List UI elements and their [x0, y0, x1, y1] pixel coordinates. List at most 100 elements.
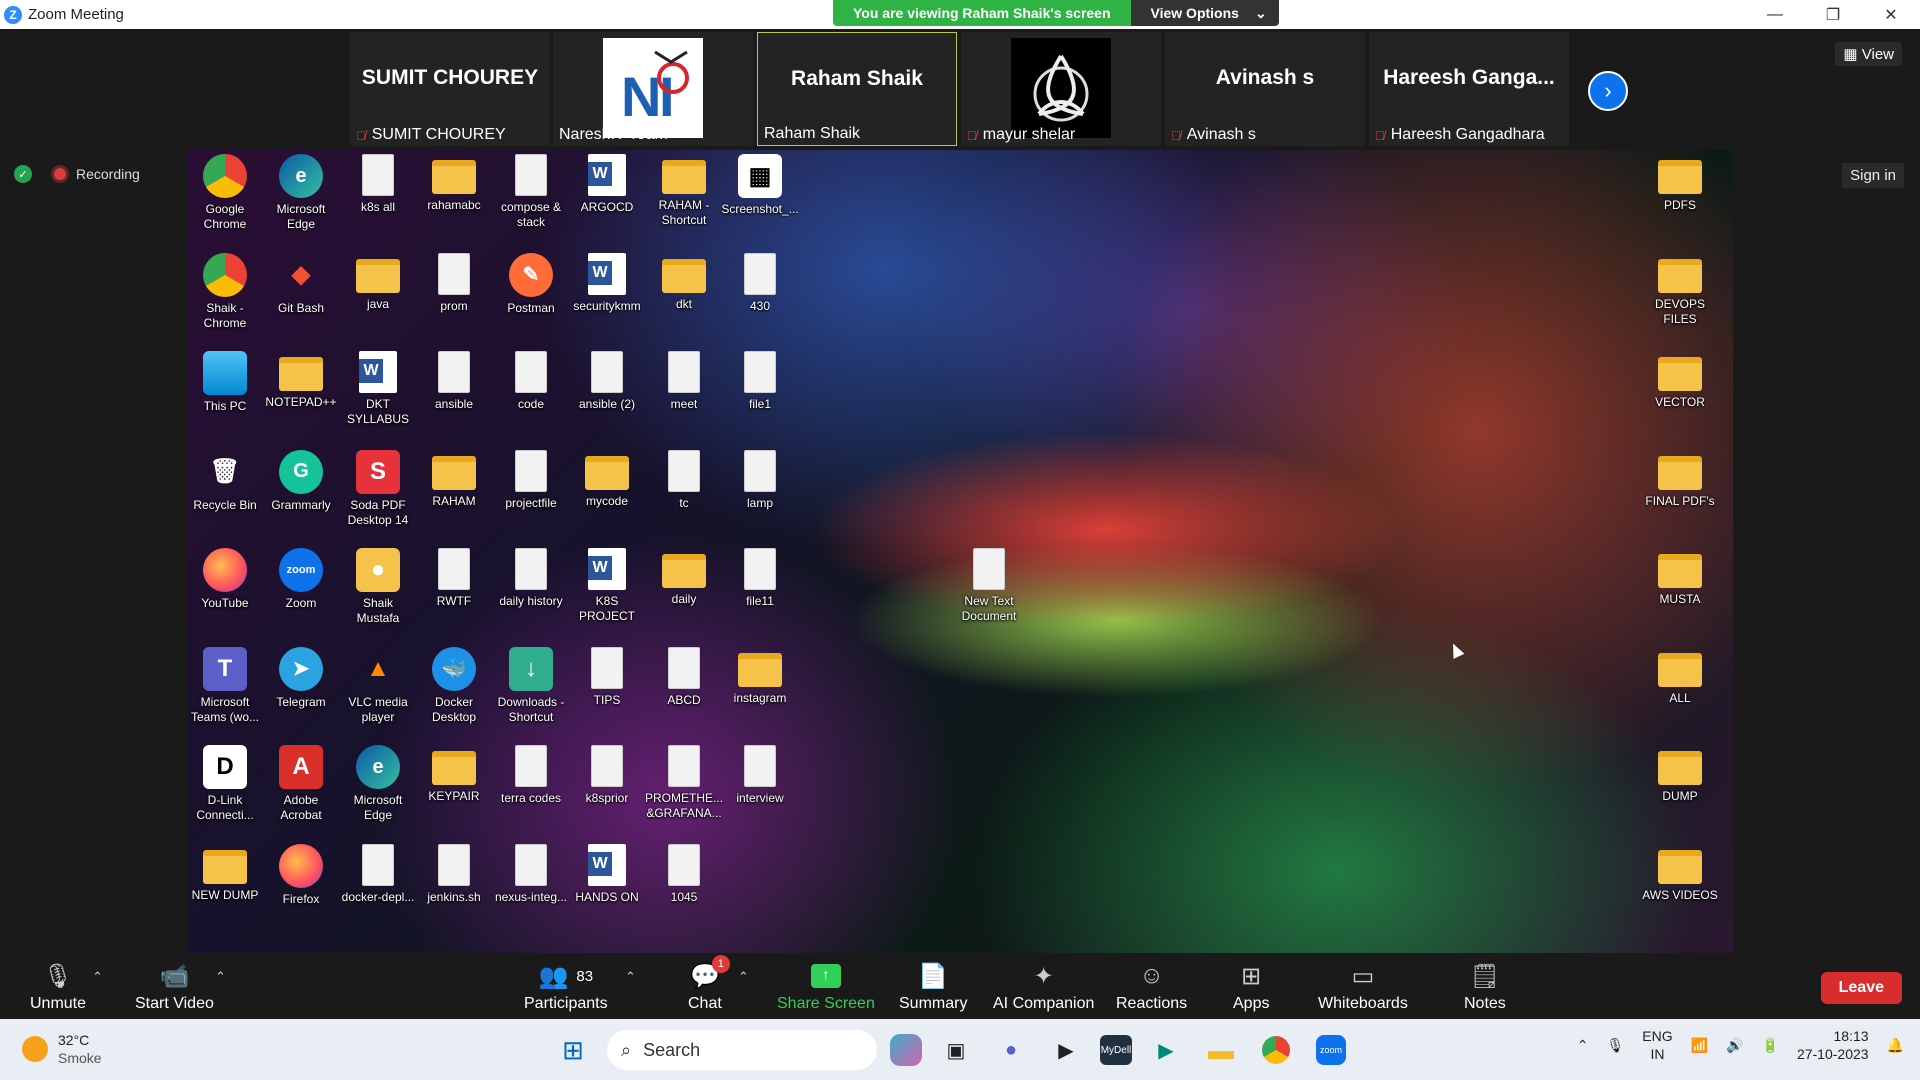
minimize-button[interactable]: — [1746, 0, 1804, 29]
desktop-icon[interactable]: e Microsoft Edge [263, 154, 339, 232]
file-explorer-icon[interactable]: ▬ [1200, 1029, 1242, 1071]
apps-button[interactable]: ⊞ Apps [1233, 959, 1269, 1013]
desktop-icon[interactable]: 🗑 Recycle Bin [187, 450, 263, 513]
desktop-icon[interactable]: java [340, 253, 416, 312]
desktop-icon[interactable]: compose & stack [493, 154, 569, 230]
desktop-icon[interactable]: G Grammarly [263, 449, 339, 513]
desktop-icon[interactable]: YouTube [187, 548, 263, 611]
desktop-icon[interactable]: ▲ VLC media player [340, 647, 416, 725]
desktop-icon[interactable]: ● Shaik Mustafa [340, 548, 416, 626]
desktop-icon[interactable]: ↓ Downloads - Shortcut [493, 646, 569, 725]
microphone-tray-icon[interactable]: 🎙 [1607, 1037, 1625, 1054]
desktop-icon[interactable]: NEW DUMP [187, 844, 263, 903]
share-screen-button[interactable]: ↑ Share Screen [777, 959, 875, 1013]
video-options-caret-icon[interactable]: ⌃ [215, 969, 226, 985]
participant-tile[interactable]: Avinash s 🎙̸ Avinash s [1165, 32, 1365, 146]
desktop-icon[interactable]: NOTEPAD++ [263, 351, 339, 410]
desktop-icon[interactable]: DEVOPS FILES [1642, 253, 1718, 327]
desktop-icon[interactable]: FINAL PDF's [1642, 450, 1718, 509]
desktop-icon[interactable]: This PC [187, 351, 263, 414]
copilot-icon[interactable] [890, 1034, 922, 1066]
participant-tile[interactable]: N I NareshIT Team [553, 32, 753, 146]
desktop-icon[interactable]: ➤ Telegram [263, 646, 339, 710]
participants-options-caret-icon[interactable]: ⌃ [625, 969, 636, 985]
desktop-icon[interactable]: MUSTA [1642, 548, 1718, 607]
desktop-icon[interactable]: RAHAM - Shortcut [646, 154, 722, 228]
chat-button[interactable]: 💬 1 Chat [688, 955, 730, 1013]
desktop-icon[interactable]: prom [416, 252, 492, 314]
participant-tile[interactable]: Hareesh Ganga... 🎙̸ Hareesh Gangadhara [1369, 32, 1569, 146]
desktop-icon[interactable]: Shaik - Chrome [187, 252, 263, 331]
desktop-icon[interactable]: jenkins.sh [416, 843, 492, 905]
desktop-icon[interactable]: docker-depl... [340, 843, 416, 905]
teams-chat-icon[interactable]: ● [990, 1029, 1032, 1071]
dell-app-icon[interactable]: MyDell [1100, 1035, 1132, 1065]
desktop-icon[interactable]: code [493, 351, 569, 412]
desktop-icon[interactable]: instagram [722, 647, 798, 706]
desktop-icon[interactable]: D D-Link Connecti... [187, 745, 263, 823]
google-meet-icon[interactable]: ▶ [1145, 1029, 1187, 1071]
desktop-icon[interactable]: daily [646, 548, 722, 607]
desktop-icon[interactable]: daily history [493, 548, 569, 609]
task-view-icon[interactable]: ▣ [935, 1029, 977, 1071]
view-options-button[interactable]: View Options ⌄ [1130, 0, 1279, 26]
desktop-icon[interactable]: meet [646, 351, 722, 412]
leave-button[interactable]: Leave [1820, 972, 1902, 1004]
audio-options-caret-icon[interactable]: ⌃ [92, 969, 103, 985]
desktop-icon[interactable]: AWS VIDEOS [1642, 844, 1718, 903]
clock[interactable]: 18:13 27-10-2023 [1797, 1027, 1869, 1063]
desktop-icon[interactable]: PROMETHE... &GRAFANA... [645, 745, 723, 821]
next-page-arrow-icon[interactable]: › [1588, 71, 1628, 111]
desktop-icon[interactable]: S Soda PDF Desktop 14 [340, 449, 416, 528]
desktop-icon[interactable]: Firefox [263, 843, 339, 907]
desktop-icon[interactable]: file11 [722, 548, 798, 609]
desktop-icon[interactable]: file1 [722, 351, 798, 412]
notes-button[interactable]: 🗒 Notes [1464, 959, 1506, 1013]
participant-tile-active-speaker[interactable]: Raham Shaik Raham Shaik [757, 32, 957, 146]
restore-button[interactable]: ❐ [1804, 0, 1862, 29]
view-button[interactable]: ▦ View [1835, 42, 1902, 66]
desktop-icon[interactable]: dkt [646, 253, 722, 312]
desktop-icon[interactable]: rahamabc [416, 154, 492, 213]
desktop-icon[interactable]: 430 [722, 252, 798, 314]
language-indicator[interactable]: ENG IN [1642, 1027, 1672, 1063]
desktop-icon[interactable]: VECTOR [1642, 351, 1718, 410]
desktop-icon[interactable]: A Adobe Acrobat [263, 745, 339, 823]
windows-start-icon[interactable]: ⊞ [552, 1029, 594, 1071]
zoom-taskbar-icon[interactable]: zoom [1310, 1029, 1352, 1071]
desktop-icon[interactable]: ARGOCD [569, 154, 645, 215]
desktop-icon[interactable]: ABCD [646, 646, 722, 708]
desktop-icon[interactable]: KEYPAIR [416, 745, 492, 804]
desktop-icon[interactable]: HANDS ON [569, 843, 645, 905]
desktop-icon[interactable]: ansible (2) [569, 351, 645, 412]
desktop-icon[interactable]: interview [722, 745, 798, 806]
chrome-taskbar-icon[interactable] [1255, 1029, 1297, 1071]
close-button[interactable]: ✕ [1862, 0, 1920, 29]
desktop-icon[interactable]: 🐳 Docker Desktop [416, 646, 492, 725]
desktop-icon[interactable]: Google Chrome [187, 154, 263, 232]
desktop-icon[interactable]: nexus-integ... [493, 843, 569, 905]
chat-options-caret-icon[interactable]: ⌃ [738, 969, 749, 985]
desktop-icon[interactable]: securitykmm [569, 252, 645, 314]
weather-widget[interactable]: 32°C Smoke [22, 1031, 102, 1067]
notifications-icon[interactable]: 🔔 [1887, 1037, 1904, 1054]
battery-icon[interactable]: 🔋 [1762, 1037, 1779, 1054]
desktop-icon[interactable]: ✎ Postman [493, 252, 569, 316]
desktop-icon[interactable]: K8S PROJECT [569, 548, 645, 624]
taskbar-search-box[interactable]: ⌕ Search [607, 1030, 877, 1070]
unmute-button[interactable]: 🎙 Unmute [30, 959, 86, 1013]
desktop-icon[interactable]: PDFS [1642, 154, 1718, 213]
desktop-icon[interactable]: T Microsoft Teams (wo... [187, 646, 263, 725]
desktop-icon[interactable]: RAHAM [416, 450, 492, 509]
desktop-icon[interactable]: TIPS [569, 646, 645, 708]
whiteboards-button[interactable]: ▭ Whiteboards [1318, 959, 1408, 1013]
participant-tile[interactable]: 🎙̸ mayur shelar [961, 32, 1161, 146]
desktop-icon[interactable]: ◆ Git Bash [263, 253, 339, 316]
desktop-icon[interactable]: 1045 [646, 843, 722, 905]
desktop-icon[interactable]: DUMP [1642, 745, 1718, 804]
desktop-icon[interactable]: projectfile [493, 449, 569, 511]
show-hidden-icons-chevron-icon[interactable]: ⌃ [1577, 1037, 1589, 1054]
desktop-icon[interactable]: DKT SYLLABUS [340, 351, 416, 427]
ai-companion-button[interactable]: ✦ AI Companion [993, 959, 1094, 1013]
desktop-icon[interactable]: k8s all [340, 154, 416, 215]
